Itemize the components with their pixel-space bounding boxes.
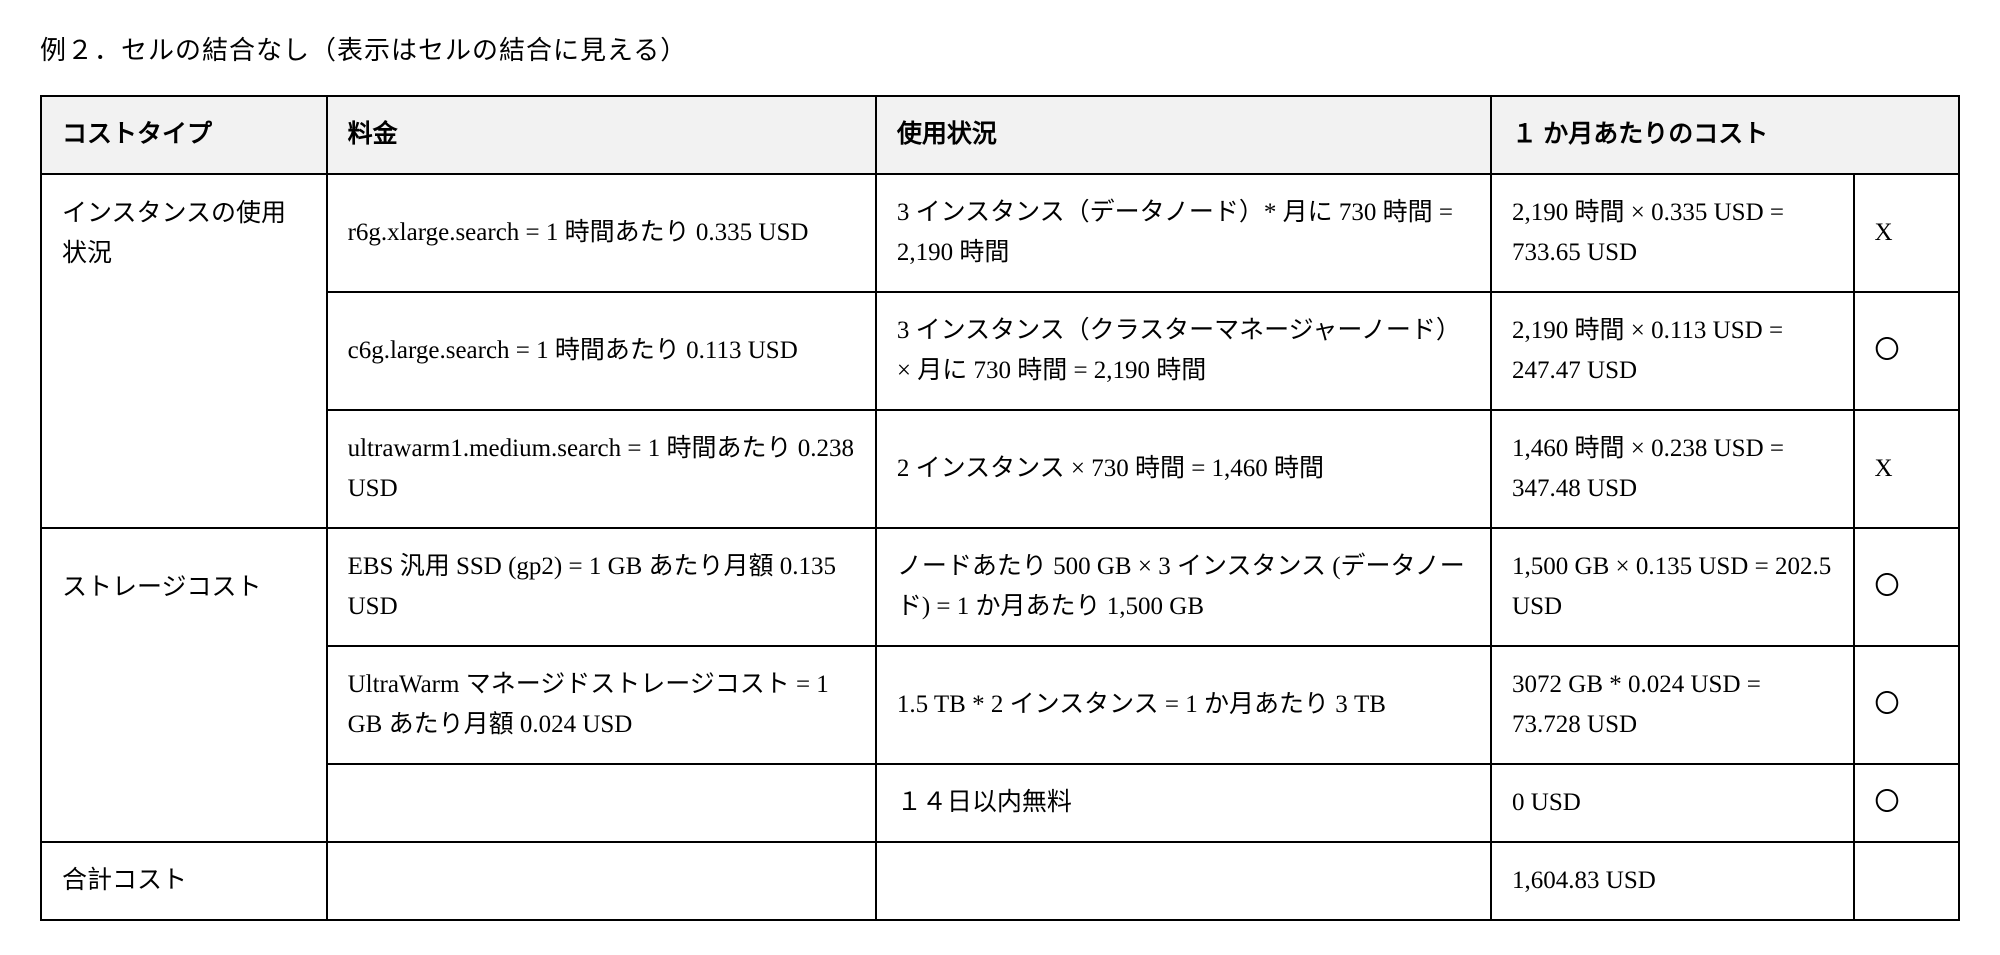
cell-monthly-cost: 1,604.83 USD — [1491, 842, 1854, 920]
cell-cost-type — [41, 764, 327, 842]
table-row: c6g.large.search = 1 時間あたり 0.113 USD3 イン… — [41, 292, 1959, 410]
cell-monthly-cost: 3072 GB * 0.024 USD = 73.728 USD — [1491, 646, 1854, 764]
table-body: インスタンスの使用状況r6g.xlarge.search = 1 時間あたり 0… — [41, 174, 1959, 920]
cell-usage: 2 インスタンス × 730 時間 = 1,460 時間 — [876, 410, 1491, 528]
table-row: １４日以内無料 0 USD〇 — [41, 764, 1959, 842]
cell-mark: 〇 — [1854, 292, 1959, 410]
table-row: ultrawarm1.medium.search = 1 時間あたり 0.238… — [41, 410, 1959, 528]
header-rate: 料金 — [327, 96, 876, 174]
cell-usage — [876, 842, 1491, 920]
cell-mark: X — [1854, 410, 1959, 528]
cell-mark: 〇 — [1854, 764, 1959, 842]
cell-cost-type — [41, 292, 327, 410]
cell-rate: c6g.large.search = 1 時間あたり 0.113 USD — [327, 292, 876, 410]
cell-monthly-cost: 1,460 時間 × 0.238 USD = 347.48 USD — [1491, 410, 1854, 528]
cell-rate: ultrawarm1.medium.search = 1 時間あたり 0.238… — [327, 410, 876, 528]
cell-rate — [327, 842, 876, 920]
cell-monthly-cost: 0 USD — [1491, 764, 1854, 842]
header-cost-type: コストタイプ — [41, 96, 327, 174]
cell-rate — [327, 764, 876, 842]
cell-mark: 〇 — [1854, 646, 1959, 764]
table-header-row: コストタイプ 料金 使用状況 １ か月あたりのコスト — [41, 96, 1959, 174]
cell-usage: 3 インスタンス（データノード）* 月に 730 時間 = 2,190 時間 — [876, 174, 1491, 292]
page: 例２．セルの結合なし（表示はセルの結合に見える） コストタイプ 料金 使用状況 … — [0, 0, 2000, 951]
cell-cost-type: インスタンスの使用状況 — [41, 174, 327, 292]
cell-cost-type: ストレージコスト — [41, 528, 327, 646]
cell-rate: EBS 汎用 SSD (gp2) = 1 GB あたり月額 0.135 USD — [327, 528, 876, 646]
table-row: インスタンスの使用状況r6g.xlarge.search = 1 時間あたり 0… — [41, 174, 1959, 292]
cell-mark — [1854, 842, 1959, 920]
cell-usage: １４日以内無料 — [876, 764, 1491, 842]
cell-rate: r6g.xlarge.search = 1 時間あたり 0.335 USD — [327, 174, 876, 292]
cell-cost-type — [41, 646, 327, 764]
cell-mark: X — [1854, 174, 1959, 292]
cell-monthly-cost: 2,190 時間 × 0.335 USD = 733.65 USD — [1491, 174, 1854, 292]
cell-usage: ノードあたり 500 GB × 3 インスタンス (データノード) = 1 か月… — [876, 528, 1491, 646]
header-monthly-cost: １ か月あたりのコスト — [1491, 96, 1959, 174]
cell-mark: 〇 — [1854, 528, 1959, 646]
cell-cost-type: 合計コスト — [41, 842, 327, 920]
cost-table: コストタイプ 料金 使用状況 １ か月あたりのコスト インスタンスの使用状況r6… — [40, 95, 1960, 921]
table-row: UltraWarm マネージドストレージコスト = 1 GB あたり月額 0.0… — [41, 646, 1959, 764]
cell-monthly-cost: 1,500 GB × 0.135 USD = 202.5 USD — [1491, 528, 1854, 646]
cell-usage: 1.5 TB * 2 インスタンス = 1 か月あたり 3 TB — [876, 646, 1491, 764]
cell-rate: UltraWarm マネージドストレージコスト = 1 GB あたり月額 0.0… — [327, 646, 876, 764]
page-title: 例２．セルの結合なし（表示はセルの結合に見える） — [40, 30, 1960, 67]
table-row: 合計コスト 1,604.83 USD — [41, 842, 1959, 920]
cell-cost-type — [41, 410, 327, 528]
cell-usage: 3 インスタンス（クラスターマネージャーノード）× 月に 730 時間 = 2,… — [876, 292, 1491, 410]
table-row: ストレージコストEBS 汎用 SSD (gp2) = 1 GB あたり月額 0.… — [41, 528, 1959, 646]
header-usage: 使用状況 — [876, 96, 1491, 174]
cell-monthly-cost: 2,190 時間 × 0.113 USD = 247.47 USD — [1491, 292, 1854, 410]
